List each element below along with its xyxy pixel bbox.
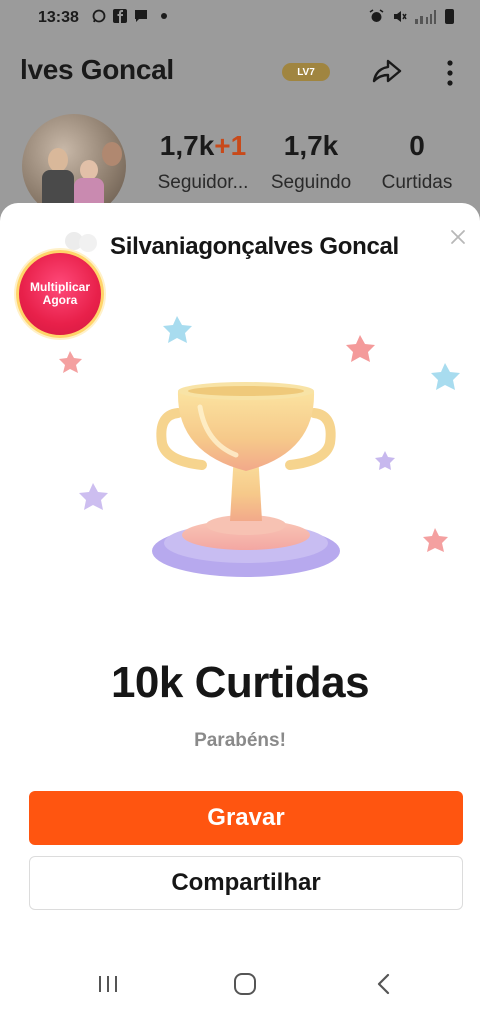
close-icon[interactable]	[448, 227, 468, 247]
milestone-sheet: Silvaniagonçalves Goncal Multiplicar Ago…	[0, 203, 480, 1016]
mute-icon	[394, 11, 407, 22]
following-count: 1,7k	[283, 130, 339, 161]
star-icon	[59, 351, 82, 373]
star-icon	[79, 483, 108, 510]
home-icon[interactable]	[232, 971, 258, 997]
sheet-user-name: Silvaniagonçalves Goncal	[110, 233, 399, 260]
star-icon	[375, 451, 395, 470]
followers-delta: +1	[214, 130, 247, 161]
followers-count: 1,7k	[159, 130, 215, 161]
followers-label: Seguidor...	[157, 172, 249, 193]
stat-following[interactable]: 1,7k Seguindo	[262, 130, 360, 194]
trophy-illustration	[59, 316, 460, 577]
system-nav-bar	[0, 963, 480, 1016]
facebook-icon	[113, 9, 127, 23]
profile-name: lves Goncal	[20, 54, 174, 85]
likes-label: Curtidas	[381, 172, 453, 193]
more-options-icon[interactable]	[440, 56, 460, 90]
whatsapp-icon	[92, 9, 106, 23]
share-icon[interactable]	[370, 55, 404, 89]
recent-apps-icon[interactable]	[96, 973, 120, 995]
back-icon[interactable]	[374, 971, 394, 997]
milestone-headline: 10k Curtidas	[110, 658, 370, 707]
level-badge[interactable]: LV7	[282, 63, 330, 81]
following-label: Seguindo	[270, 172, 352, 193]
status-time: 13:38	[38, 9, 79, 26]
battery-icon	[445, 9, 454, 24]
likes-count: 0	[409, 130, 425, 161]
share-button[interactable]: Compartilhar	[29, 856, 463, 910]
star-icon	[163, 316, 192, 343]
record-button[interactable]: Gravar	[29, 791, 463, 845]
star-icon	[431, 363, 460, 390]
star-icon	[346, 335, 375, 362]
signal-icon	[415, 10, 436, 24]
star-icon	[423, 528, 448, 552]
message-icon	[135, 10, 147, 22]
stat-likes[interactable]: 0 Curtidas	[372, 130, 462, 194]
stat-followers[interactable]: 1,7k+1 Seguidor...	[150, 130, 256, 194]
milestone-subline: Parabéns!	[194, 730, 286, 751]
status-bar: 13:38	[0, 0, 480, 36]
alarm-icon	[369, 9, 384, 22]
notification-dot	[161, 13, 167, 19]
